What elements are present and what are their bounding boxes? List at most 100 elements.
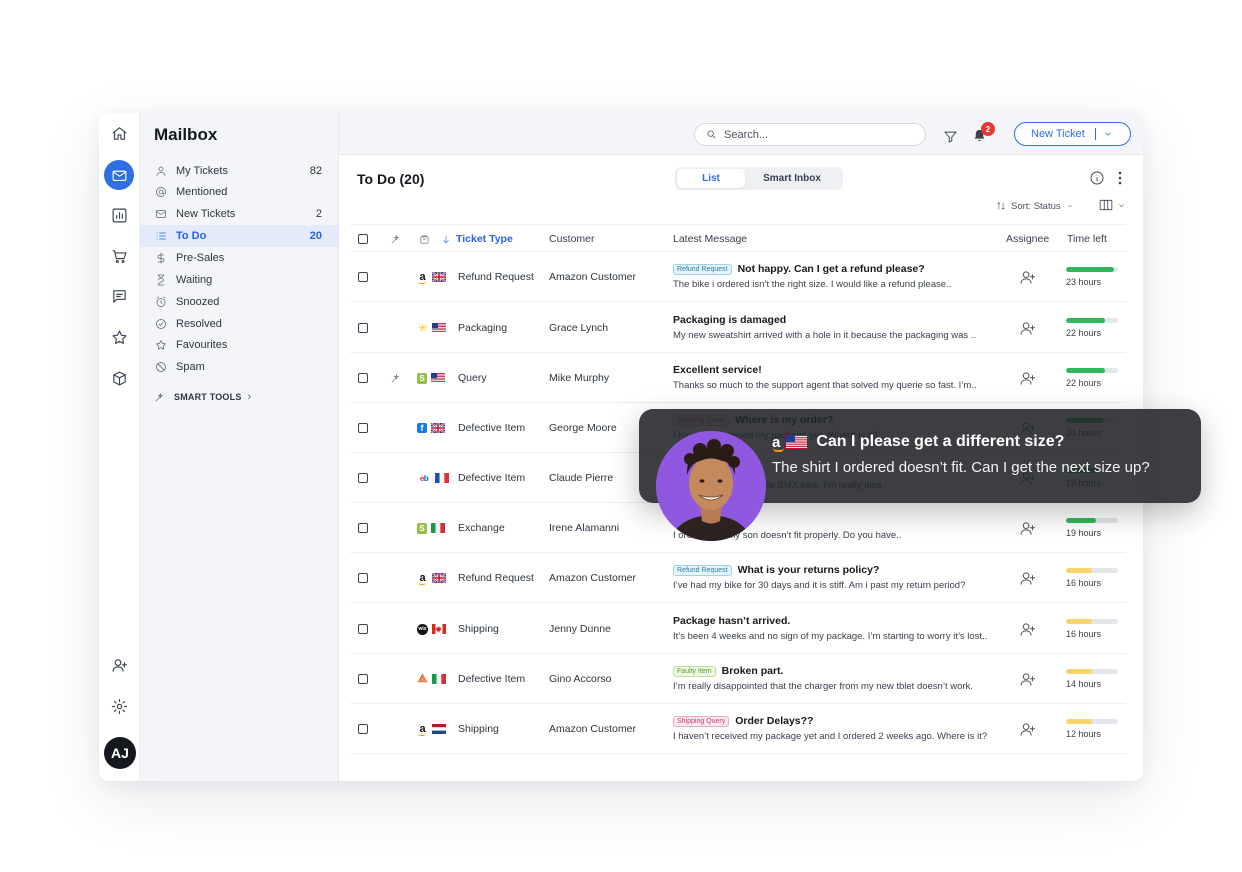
ticket-row[interactable]: wix Shipping Jenny Dunne Package hasn’t arr… xyxy=(350,604,1126,654)
sidebar-item-resolved[interactable]: Resolved xyxy=(140,313,339,335)
customer-name: Mike Murphy xyxy=(549,372,610,384)
row-checkbox[interactable] xyxy=(358,503,368,553)
customer-name: Amazon Customer xyxy=(549,723,636,735)
it-flag-icon xyxy=(431,523,445,533)
row-checkbox[interactable] xyxy=(358,654,368,704)
latest-message[interactable]: Packaging is damaged My new sweatshirt ar… xyxy=(673,313,1003,341)
channel-badge: f xyxy=(417,403,445,453)
ticket-row[interactable]: a Refund Request Amazon Customer Refund Req… xyxy=(350,252,1126,302)
row-checkbox[interactable] xyxy=(358,403,368,453)
row-checkbox[interactable] xyxy=(358,303,368,353)
column-customer[interactable]: Customer xyxy=(549,225,595,253)
latest-message[interactable]: Package hasn’t arrived. It’s been 4 weeks… xyxy=(673,614,1003,642)
sidebar-item-mentioned[interactable]: Mentioned xyxy=(140,181,339,203)
tab-list[interactable]: List xyxy=(677,169,745,188)
add-user-icon[interactable] xyxy=(104,650,134,680)
sort-dropdown[interactable]: Sort: Status xyxy=(996,196,1079,216)
chat-icon[interactable] xyxy=(104,281,134,311)
sidebar-item-label: Pre-Sales xyxy=(176,252,225,264)
home-icon[interactable] xyxy=(104,118,134,148)
time-left-label: 22 hours xyxy=(1066,378,1102,388)
customer-name: Claude Pierre xyxy=(549,472,614,484)
message-tag: Shipping Query xyxy=(673,715,730,727)
new-ticket-button[interactable]: New Ticket xyxy=(1014,122,1131,146)
assign-user-icon[interactable] xyxy=(1019,604,1036,654)
ebay-icon: eb xyxy=(419,473,429,483)
ticket-row[interactable]: ⟁ Defective Item Gino Accorso Faulty Item Br… xyxy=(350,654,1126,704)
ca-flag-icon xyxy=(432,624,446,634)
time-progress-bar xyxy=(1066,669,1118,674)
sort-icon xyxy=(997,202,1005,210)
column-ticket-type[interactable]: Ticket Type xyxy=(441,225,513,253)
message-tag: Refund Request xyxy=(673,263,732,275)
filter-icon[interactable] xyxy=(943,129,958,144)
magic-wand-icon xyxy=(390,225,401,253)
tab-smart-inbox[interactable]: Smart Inbox xyxy=(745,169,839,188)
settings-icon[interactable] xyxy=(104,691,134,721)
ticket-row[interactable]: a Refund Request Amazon Customer Refund Req… xyxy=(350,553,1126,603)
sidebar-item-to-do[interactable]: To Do 20 xyxy=(140,225,339,247)
row-checkbox[interactable] xyxy=(358,453,368,503)
row-checkbox[interactable] xyxy=(358,604,368,654)
analytics-icon[interactable] xyxy=(104,200,134,230)
mail-icon[interactable] xyxy=(104,160,134,190)
smart-tools-toggle[interactable]: SMART TOOLS › xyxy=(154,391,251,403)
sidebar-item-snoozed[interactable]: Snoozed xyxy=(140,291,339,313)
select-all-checkbox[interactable] xyxy=(358,225,368,253)
popup-header: a Can I please get a different size? xyxy=(772,433,1065,452)
sidebar-item-label: To Do xyxy=(176,230,207,242)
sidebar-item-favourites[interactable]: Favourites xyxy=(140,334,339,356)
sidebar-item-new-tickets[interactable]: New Tickets 2 xyxy=(140,203,339,225)
latest-message[interactable]: Shipping Query Order Delays?? I haven’t re… xyxy=(673,714,1003,742)
sidebar-item-label: Snoozed xyxy=(176,296,220,308)
sidebar-item-spam[interactable]: Spam xyxy=(140,356,339,378)
channel-badge: S xyxy=(417,503,445,553)
columns-icon[interactable] xyxy=(1099,198,1127,212)
sidebar-item-my-tickets[interactable]: My Tickets 82 xyxy=(140,160,339,182)
info-icon[interactable] xyxy=(1089,170,1105,186)
row-checkbox[interactable] xyxy=(358,553,368,603)
star-icon[interactable] xyxy=(104,322,134,352)
ticket-row[interactable]: ✳ Packaging Grace Lynch Packaging is damage… xyxy=(350,303,1126,353)
sidebar-item-pre-sales[interactable]: Pre-Sales xyxy=(140,247,339,269)
assign-user-icon[interactable] xyxy=(1019,503,1036,553)
column-time-left[interactable]: Time left xyxy=(1067,225,1107,253)
cart-icon[interactable] xyxy=(104,241,134,271)
assign-user-icon[interactable] xyxy=(1019,353,1036,403)
row-checkbox[interactable] xyxy=(358,353,368,403)
latest-message[interactable]: Faulty Item Broken part. I’m really disapp… xyxy=(673,664,1003,692)
package-icon[interactable] xyxy=(104,363,134,393)
latest-message[interactable]: Excellent service! Thanks so much to the … xyxy=(673,363,1003,391)
time-left-label: 14 hours xyxy=(1066,679,1102,689)
assign-user-icon[interactable] xyxy=(1019,704,1036,754)
message-tag: Faulty Item xyxy=(673,665,716,677)
time-progress-fill xyxy=(1066,669,1092,674)
channel-badge: wix xyxy=(417,604,446,654)
message-subject: Order Delays?? xyxy=(735,715,814,727)
search-input[interactable]: Search... xyxy=(694,123,926,146)
popup-title: Can I please get a different size? xyxy=(816,433,1065,450)
fr-flag-icon xyxy=(435,473,449,483)
assign-user-icon[interactable] xyxy=(1019,553,1036,603)
chevron-down-icon xyxy=(1105,132,1111,136)
row-checkbox[interactable] xyxy=(358,704,368,754)
message-tag: Refund Request xyxy=(673,564,732,576)
ticket-row[interactable]: a Shipping Amazon Customer Shipping Query Or… xyxy=(350,704,1126,754)
row-checkbox[interactable] xyxy=(358,252,368,302)
message-subject: Package hasn’t arrived. xyxy=(673,615,791,627)
more-options-icon[interactable] xyxy=(1116,170,1124,186)
column-assignee[interactable]: Assignee xyxy=(1006,225,1049,253)
latest-message[interactable]: Refund Request What is your returns polic… xyxy=(673,563,1003,591)
time-progress-fill xyxy=(1066,368,1105,373)
latest-message[interactable]: Refund Request Not happy. Can I get a ref… xyxy=(673,262,1003,290)
customer-avatar xyxy=(656,431,766,541)
user-avatar[interactable]: AJ xyxy=(104,737,136,769)
assign-user-icon[interactable] xyxy=(1019,654,1036,704)
column-latest-message[interactable]: Latest Message xyxy=(673,225,747,253)
assign-user-icon[interactable] xyxy=(1019,252,1036,302)
magic-wand-icon xyxy=(155,392,164,401)
sidebar-item-waiting[interactable]: Waiting xyxy=(140,269,339,291)
assign-user-icon[interactable] xyxy=(1019,303,1036,353)
time-progress-fill xyxy=(1066,619,1092,624)
ticket-row[interactable]: S Query Mike Murphy Excellent service! Thank… xyxy=(350,353,1126,403)
